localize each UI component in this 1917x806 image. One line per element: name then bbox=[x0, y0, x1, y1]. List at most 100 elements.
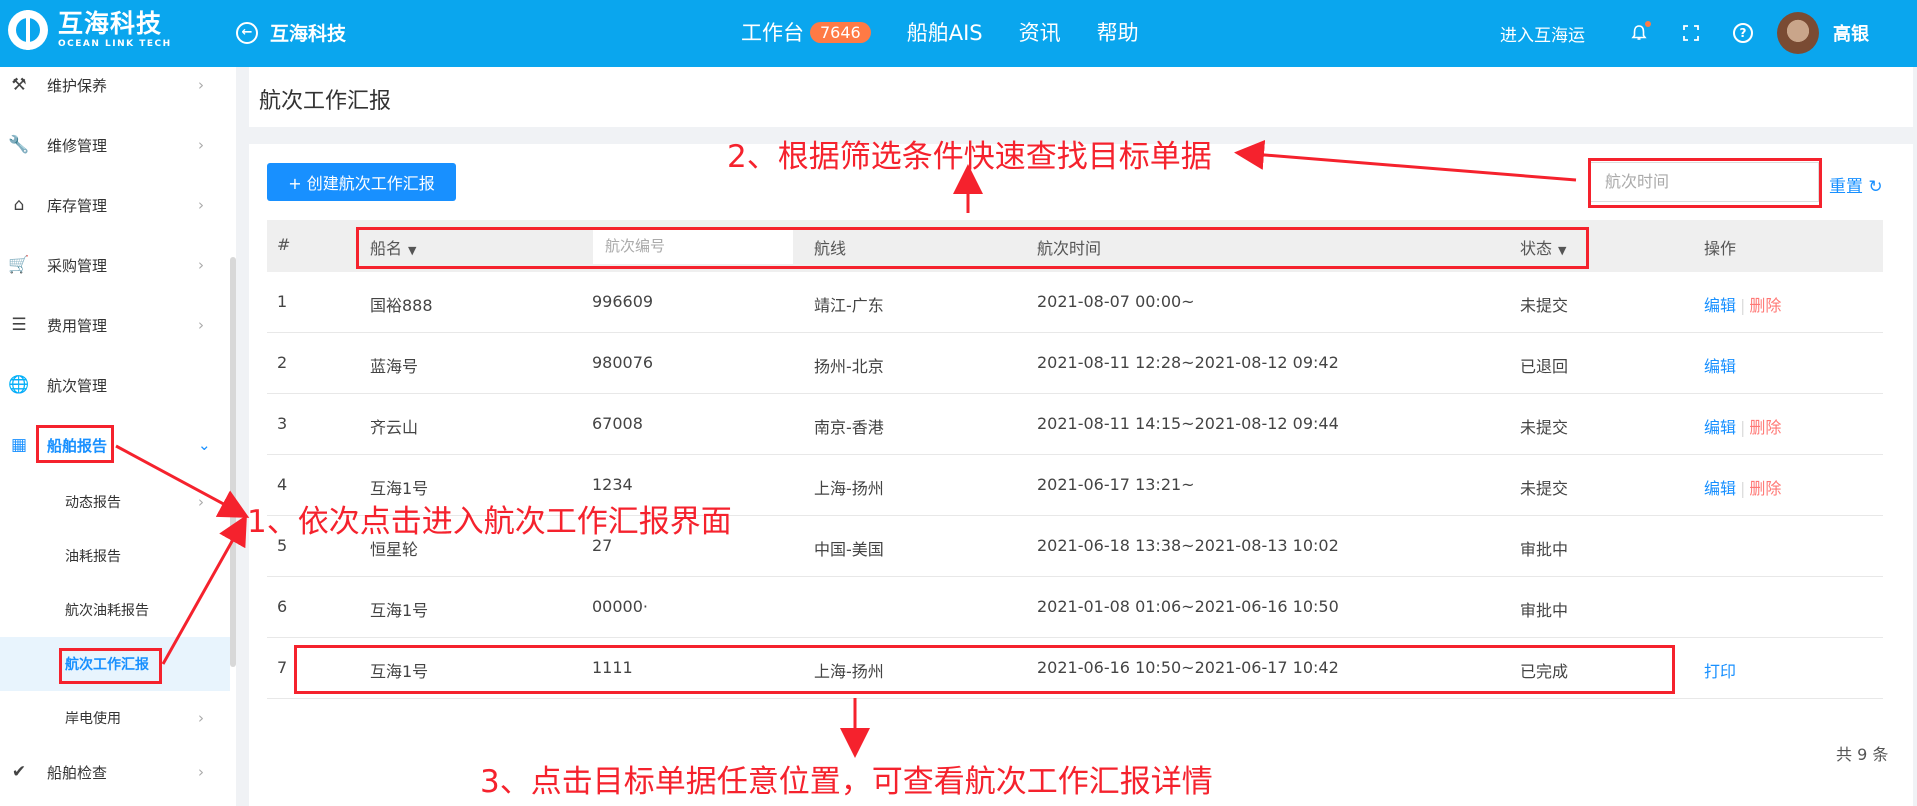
table-row[interactable]: 1 国裕888 996609 靖江-广东 2021-08-07 00:00~ 未… bbox=[267, 272, 1883, 333]
header-tools: 进入互海运 ? 高银 bbox=[1500, 12, 1869, 54]
edit-link[interactable]: 编辑 bbox=[1704, 357, 1736, 376]
sidebar-item-ship-inspection[interactable]: ✔ 船舶检查 › bbox=[0, 752, 230, 792]
refresh-icon: ↻ bbox=[1868, 177, 1883, 197]
edit-link[interactable]: 编辑 bbox=[1704, 418, 1736, 437]
chevron-right-icon: › bbox=[198, 196, 204, 214]
sidebar-item-shore-power[interactable]: 岸电使用 › bbox=[0, 698, 230, 738]
cell-status: 审批中 bbox=[1520, 601, 1569, 620]
cart-icon: 🛒 bbox=[8, 255, 30, 275]
edit-link[interactable]: 编辑 bbox=[1704, 296, 1736, 315]
cell-route: 南京-香港 bbox=[814, 418, 884, 437]
page-title: 航次工作汇报 bbox=[259, 89, 392, 114]
cell-time: 2021-06-17 13:21~ bbox=[1037, 475, 1195, 494]
sidebar-item-ship-report[interactable]: ▦ 船舶报告 ⌄ bbox=[0, 425, 230, 465]
delete-link[interactable]: 删除 bbox=[1749, 418, 1781, 437]
sidebar-item-label: 维护保养 bbox=[47, 76, 108, 95]
edit-link[interactable]: 编辑 bbox=[1704, 479, 1736, 498]
cell-voyage: 67008 bbox=[592, 414, 643, 433]
page-title-bar: 航次工作汇报 bbox=[249, 67, 1913, 127]
cell-time: 2021-06-18 13:38~2021-08-13 10:02 bbox=[1037, 536, 1339, 555]
delete-link[interactable]: 删除 bbox=[1749, 296, 1781, 315]
hammer-icon: ⚒ bbox=[11, 75, 27, 95]
create-report-button[interactable]: + 创建航次工作汇报 bbox=[267, 163, 456, 201]
fullscreen-icon[interactable] bbox=[1681, 23, 1701, 43]
table-row[interactable]: 3 齐云山 67008 南京-香港 2021-08-11 14:15~2021-… bbox=[267, 394, 1883, 455]
sidebar-item-expense[interactable]: ☰ 费用管理 › bbox=[0, 305, 230, 345]
logo-mark-icon bbox=[8, 10, 48, 50]
sidebar-item-inventory[interactable]: ⌂ 库存管理 › bbox=[0, 185, 230, 225]
cell-ship: 互海1号 bbox=[370, 601, 429, 620]
cell-status: 未提交 bbox=[1520, 418, 1569, 437]
cell-ship: 国裕888 bbox=[370, 296, 433, 315]
annotation-step2: 2、根据筛选条件快速查找目标单据 bbox=[727, 139, 1212, 175]
org-switcher[interactable]: ← 互海科技 bbox=[236, 19, 346, 46]
chevron-right-icon: › bbox=[198, 763, 204, 781]
cell-time: 2021-01-08 01:06~2021-06-16 10:50 bbox=[1037, 597, 1339, 616]
annotation-step1: 1、依次点击进入航次工作汇报界面 bbox=[247, 504, 732, 540]
back-icon[interactable]: ← bbox=[236, 21, 258, 44]
chevron-right-icon: › bbox=[198, 136, 204, 154]
enter-hhy-link[interactable]: 进入互海运 bbox=[1500, 21, 1585, 46]
cell-index: 4 bbox=[277, 475, 288, 494]
sidebar-item-label: 航次管理 bbox=[47, 376, 108, 395]
annotation-box-target-row bbox=[294, 645, 1675, 694]
cell-voyage: 00000· bbox=[592, 597, 648, 616]
sidebar-item-dynamic-report[interactable]: 动态报告 › bbox=[0, 482, 230, 522]
cell-route: 扬州-北京 bbox=[814, 357, 884, 376]
annotation-box-ship-report bbox=[36, 425, 114, 463]
cell-voyage: 996609 bbox=[592, 292, 654, 311]
sidebar-item-label: 采购管理 bbox=[47, 256, 108, 275]
coins-icon: ☰ bbox=[11, 315, 27, 335]
sidebar-item-label: 航次油耗报告 bbox=[65, 603, 149, 619]
sidebar-scrollbar[interactable] bbox=[230, 257, 236, 667]
table-row[interactable]: 2 蓝海号 980076 扬州-北京 2021-08-11 12:28~2021… bbox=[267, 333, 1883, 394]
delete-link[interactable]: 删除 bbox=[1749, 479, 1781, 498]
annotation-box-work-report bbox=[59, 648, 162, 684]
sidebar-item-repair[interactable]: 🔧 维修管理 › bbox=[0, 125, 230, 165]
sidebar-item-label: 费用管理 bbox=[47, 316, 108, 335]
total-count: 共 9 条 bbox=[1836, 745, 1889, 764]
cell-time: 2021-08-07 00:00~ bbox=[1037, 292, 1195, 311]
sidebar-item-purchase[interactable]: 🛒 采购管理 › bbox=[0, 245, 230, 285]
brand-subtitle: OCEAN LINK TECH bbox=[58, 39, 172, 49]
help-icon[interactable]: ? bbox=[1733, 23, 1753, 43]
nav-workbench-label: 工作台 bbox=[741, 21, 804, 45]
cell-index: 6 bbox=[277, 597, 288, 616]
cell-time: 2021-08-11 12:28~2021-08-12 09:42 bbox=[1037, 353, 1339, 372]
cell-index: 3 bbox=[277, 414, 288, 433]
table-row[interactable]: 6 互海1号 00000· 2021-01-08 01:06~2021-06-1… bbox=[267, 577, 1883, 638]
cell-status: 审批中 bbox=[1520, 540, 1569, 559]
cell-ship: 齐云山 bbox=[370, 418, 419, 437]
globe-icon: 🌐 bbox=[8, 375, 30, 395]
column-header-actions: 操作 bbox=[1704, 239, 1737, 258]
nav-workbench[interactable]: 工作台 7646 bbox=[741, 17, 871, 47]
reset-button[interactable]: 重置 ↻ bbox=[1829, 172, 1883, 197]
sidebar-item-label: 库存管理 bbox=[47, 196, 108, 215]
check-circle-icon: ✔ bbox=[11, 762, 27, 782]
cell-ship: 蓝海号 bbox=[370, 357, 419, 376]
sidebar-item-maintenance[interactable]: ⚒ 维护保养 › bbox=[0, 65, 230, 105]
cell-voyage: 1234 bbox=[592, 475, 633, 494]
reset-label: 重置 bbox=[1829, 177, 1863, 197]
nav-news[interactable]: 资讯 bbox=[1019, 17, 1061, 47]
bell-icon[interactable] bbox=[1629, 21, 1651, 43]
print-link[interactable]: 打印 bbox=[1704, 662, 1736, 681]
warehouse-icon: ⌂ bbox=[13, 195, 25, 215]
sidebar-item-voyage[interactable]: 🌐 航次管理 bbox=[0, 365, 230, 405]
logo[interactable]: 互海科技 OCEAN LINK TECH bbox=[8, 10, 172, 50]
nav-help[interactable]: 帮助 bbox=[1097, 17, 1139, 47]
cell-index: 2 bbox=[277, 353, 288, 372]
sidebar-item-fuel-report[interactable]: 油耗报告 bbox=[0, 536, 230, 576]
annotation-box-time-filter bbox=[1588, 158, 1822, 208]
avatar[interactable] bbox=[1777, 12, 1819, 54]
sidebar-item-label: 船舶检查 bbox=[47, 763, 108, 782]
org-name: 互海科技 bbox=[270, 23, 347, 45]
workbench-badge: 7646 bbox=[810, 21, 871, 43]
nav-ais[interactable]: 船舶AIS bbox=[907, 17, 983, 47]
chevron-right-icon: › bbox=[198, 493, 204, 511]
cell-voyage: 980076 bbox=[592, 353, 654, 372]
username[interactable]: 高银 bbox=[1833, 20, 1869, 46]
sidebar-item-voyage-fuel-report[interactable]: 航次油耗报告 bbox=[0, 590, 230, 630]
cell-status: 已退回 bbox=[1520, 357, 1569, 376]
sidebar-item-label: 油耗报告 bbox=[65, 549, 121, 565]
